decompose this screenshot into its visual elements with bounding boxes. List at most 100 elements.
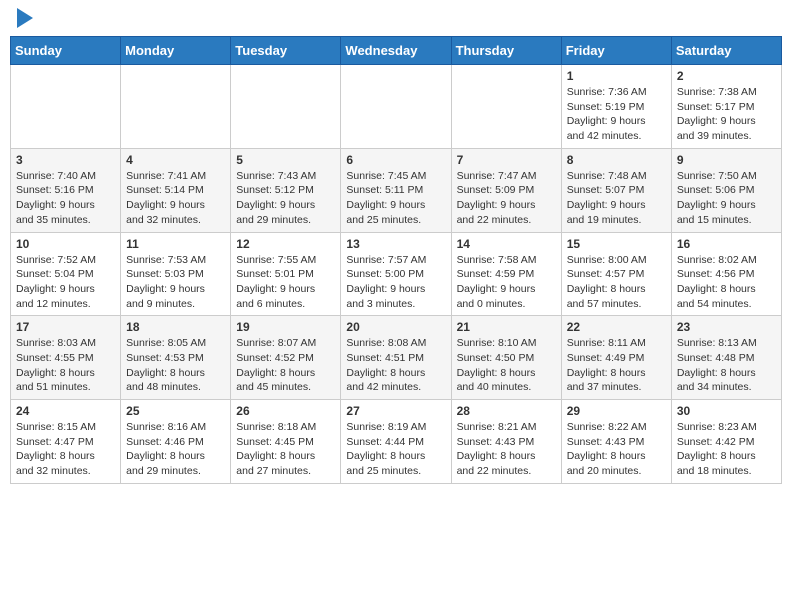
day-number: 14 [457, 237, 556, 251]
day-info: Sunrise: 7:53 AMSunset: 5:03 PMDaylight:… [126, 253, 225, 312]
calendar-cell-w1d4: 7 Sunrise: 7:47 AMSunset: 5:09 PMDaylight… [451, 148, 561, 232]
day-number: 18 [126, 320, 225, 334]
header [10, 10, 782, 28]
day-number: 8 [567, 153, 666, 167]
calendar-cell-w4d0: 24 Sunrise: 8:15 AMSunset: 4:47 PMDayligh… [11, 400, 121, 484]
day-header-wednesday: Wednesday [341, 37, 451, 65]
week-row-4: 24 Sunrise: 8:15 AMSunset: 4:47 PMDayligh… [11, 400, 782, 484]
day-info: Sunrise: 7:55 AMSunset: 5:01 PMDaylight:… [236, 253, 335, 312]
day-header-sunday: Sunday [11, 37, 121, 65]
calendar-body: 1 Sunrise: 7:36 AMSunset: 5:19 PMDaylight… [11, 65, 782, 484]
day-header-saturday: Saturday [671, 37, 781, 65]
calendar-cell-w2d5: 15 Sunrise: 8:00 AMSunset: 4:57 PMDayligh… [561, 232, 671, 316]
day-info: Sunrise: 7:58 AMSunset: 4:59 PMDaylight:… [457, 253, 556, 312]
day-info: Sunrise: 8:21 AMSunset: 4:43 PMDaylight:… [457, 420, 556, 479]
calendar-cell-w2d4: 14 Sunrise: 7:58 AMSunset: 4:59 PMDayligh… [451, 232, 561, 316]
day-number: 1 [567, 69, 666, 83]
day-info: Sunrise: 8:19 AMSunset: 4:44 PMDaylight:… [346, 420, 445, 479]
calendar-cell-w0d4 [451, 65, 561, 149]
calendar-cell-w0d3 [341, 65, 451, 149]
calendar-cell-w1d0: 3Sunrise: 7:40 AMSunset: 5:16 PMDaylight… [11, 148, 121, 232]
week-row-2: 10 Sunrise: 7:52 AMSunset: 5:04 PMDayligh… [11, 232, 782, 316]
day-info: Sunrise: 8:07 AMSunset: 4:52 PMDaylight:… [236, 336, 335, 395]
day-number: 7 [457, 153, 556, 167]
day-info: Sunrise: 8:16 AMSunset: 4:46 PMDaylight:… [126, 420, 225, 479]
calendar-cell-w2d1: 11 Sunrise: 7:53 AMSunset: 5:03 PMDayligh… [121, 232, 231, 316]
day-number: 13 [346, 237, 445, 251]
calendar-cell-w3d2: 19 Sunrise: 8:07 AMSunset: 4:52 PMDayligh… [231, 316, 341, 400]
day-number: 12 [236, 237, 335, 251]
day-number: 4 [126, 153, 225, 167]
calendar-cell-w3d5: 22 Sunrise: 8:11 AMSunset: 4:49 PMDayligh… [561, 316, 671, 400]
calendar-cell-w4d2: 26 Sunrise: 8:18 AMSunset: 4:45 PMDayligh… [231, 400, 341, 484]
calendar-cell-w4d4: 28Sunrise: 8:21 AMSunset: 4:43 PMDayligh… [451, 400, 561, 484]
day-number: 29 [567, 404, 666, 418]
calendar-table: SundayMondayTuesdayWednesdayThursdayFrid… [10, 36, 782, 484]
calendar-cell-w1d5: 8 Sunrise: 7:48 AMSunset: 5:07 PMDaylight… [561, 148, 671, 232]
day-number: 10 [16, 237, 115, 251]
calendar-cell-w2d2: 12 Sunrise: 7:55 AMSunset: 5:01 PMDayligh… [231, 232, 341, 316]
day-info: Sunrise: 8:00 AMSunset: 4:57 PMDaylight:… [567, 253, 666, 312]
day-info: Sunrise: 7:36 AMSunset: 5:19 PMDaylight:… [567, 85, 666, 144]
day-info: Sunrise: 7:57 AMSunset: 5:00 PMDaylight:… [346, 253, 445, 312]
day-info: Sunrise: 7:47 AMSunset: 5:09 PMDaylight:… [457, 169, 556, 228]
calendar-cell-w2d0: 10 Sunrise: 7:52 AMSunset: 5:04 PMDayligh… [11, 232, 121, 316]
day-info: Sunrise: 7:38 AMSunset: 5:17 PMDaylight:… [677, 85, 776, 144]
day-number: 26 [236, 404, 335, 418]
day-number: 23 [677, 320, 776, 334]
day-info: Sunrise: 8:05 AMSunset: 4:53 PMDaylight:… [126, 336, 225, 395]
week-row-0: 1 Sunrise: 7:36 AMSunset: 5:19 PMDaylight… [11, 65, 782, 149]
day-header-tuesday: Tuesday [231, 37, 341, 65]
day-info: Sunrise: 7:40 AMSunset: 5:16 PMDaylight:… [16, 169, 115, 228]
day-number: 2 [677, 69, 776, 83]
week-row-1: 3Sunrise: 7:40 AMSunset: 5:16 PMDaylight… [11, 148, 782, 232]
calendar-cell-w4d6: 30 Sunrise: 8:23 AMSunset: 4:42 PMDayligh… [671, 400, 781, 484]
day-info: Sunrise: 8:13 AMSunset: 4:48 PMDaylight:… [677, 336, 776, 395]
week-row-3: 17 Sunrise: 8:03 AMSunset: 4:55 PMDayligh… [11, 316, 782, 400]
calendar-cell-w3d3: 20 Sunrise: 8:08 AMSunset: 4:51 PMDayligh… [341, 316, 451, 400]
day-number: 30 [677, 404, 776, 418]
calendar-cell-w0d5: 1 Sunrise: 7:36 AMSunset: 5:19 PMDaylight… [561, 65, 671, 149]
day-number: 24 [16, 404, 115, 418]
calendar-header-row: SundayMondayTuesdayWednesdayThursdayFrid… [11, 37, 782, 65]
day-number: 25 [126, 404, 225, 418]
day-number: 20 [346, 320, 445, 334]
calendar-cell-w1d3: 6 Sunrise: 7:45 AMSunset: 5:11 PMDaylight… [341, 148, 451, 232]
day-info: Sunrise: 7:50 AMSunset: 5:06 PMDaylight:… [677, 169, 776, 228]
day-number: 22 [567, 320, 666, 334]
calendar-cell-w1d6: 9Sunrise: 7:50 AMSunset: 5:06 PMDaylight… [671, 148, 781, 232]
day-number: 15 [567, 237, 666, 251]
day-header-friday: Friday [561, 37, 671, 65]
day-number: 21 [457, 320, 556, 334]
calendar-cell-w4d3: 27 Sunrise: 8:19 AMSunset: 4:44 PMDayligh… [341, 400, 451, 484]
calendar-cell-w3d6: 23 Sunrise: 8:13 AMSunset: 4:48 PMDayligh… [671, 316, 781, 400]
day-info: Sunrise: 7:52 AMSunset: 5:04 PMDaylight:… [16, 253, 115, 312]
day-info: Sunrise: 8:23 AMSunset: 4:42 PMDaylight:… [677, 420, 776, 479]
calendar-cell-w1d1: 4 Sunrise: 7:41 AMSunset: 5:14 PMDaylight… [121, 148, 231, 232]
day-number: 11 [126, 237, 225, 251]
calendar-cell-w4d1: 25 Sunrise: 8:16 AMSunset: 4:46 PMDayligh… [121, 400, 231, 484]
calendar-cell-w0d6: 2 Sunrise: 7:38 AMSunset: 5:17 PMDaylight… [671, 65, 781, 149]
day-info: Sunrise: 8:15 AMSunset: 4:47 PMDaylight:… [16, 420, 115, 479]
day-info: Sunrise: 8:02 AMSunset: 4:56 PMDaylight:… [677, 253, 776, 312]
day-info: Sunrise: 8:10 AMSunset: 4:50 PMDaylight:… [457, 336, 556, 395]
day-info: Sunrise: 8:11 AMSunset: 4:49 PMDaylight:… [567, 336, 666, 395]
calendar-cell-w3d1: 18 Sunrise: 8:05 AMSunset: 4:53 PMDayligh… [121, 316, 231, 400]
calendar-cell-w3d4: 21 Sunrise: 8:10 AMSunset: 4:50 PMDayligh… [451, 316, 561, 400]
day-number: 17 [16, 320, 115, 334]
day-number: 6 [346, 153, 445, 167]
day-info: Sunrise: 8:03 AMSunset: 4:55 PMDaylight:… [16, 336, 115, 395]
calendar-cell-w0d0 [11, 65, 121, 149]
day-info: Sunrise: 7:41 AMSunset: 5:14 PMDaylight:… [126, 169, 225, 228]
day-info: Sunrise: 7:43 AMSunset: 5:12 PMDaylight:… [236, 169, 335, 228]
calendar-cell-w2d6: 16Sunrise: 8:02 AMSunset: 4:56 PMDayligh… [671, 232, 781, 316]
day-info: Sunrise: 7:45 AMSunset: 5:11 PMDaylight:… [346, 169, 445, 228]
day-number: 5 [236, 153, 335, 167]
day-info: Sunrise: 8:18 AMSunset: 4:45 PMDaylight:… [236, 420, 335, 479]
day-info: Sunrise: 7:48 AMSunset: 5:07 PMDaylight:… [567, 169, 666, 228]
day-number: 19 [236, 320, 335, 334]
logo-arrow-icon [17, 8, 33, 28]
day-number: 27 [346, 404, 445, 418]
calendar-cell-w1d2: 5 Sunrise: 7:43 AMSunset: 5:12 PMDaylight… [231, 148, 341, 232]
day-info: Sunrise: 8:08 AMSunset: 4:51 PMDaylight:… [346, 336, 445, 395]
